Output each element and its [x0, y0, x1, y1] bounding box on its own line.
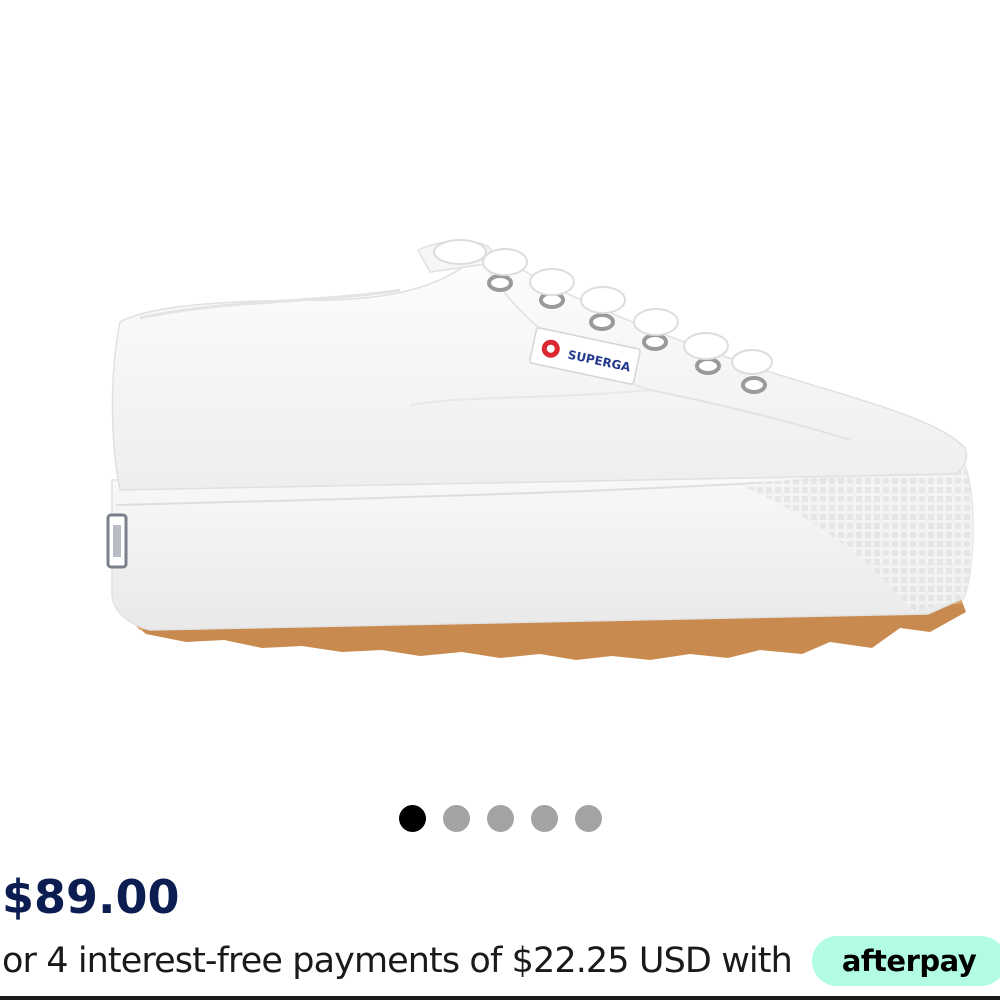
- installments-text: or 4 interest-free payments of $22.25 US…: [2, 941, 793, 981]
- sneaker-image-icon: SUPERGA: [106, 239, 974, 660]
- product-image[interactable]: SUPERGA: [0, 0, 1000, 790]
- carousel-dot-2[interactable]: [442, 804, 470, 832]
- bottom-divider: [0, 996, 1000, 1000]
- installments-row: or 4 interest-free payments of $22.25 US…: [2, 936, 1000, 986]
- carousel-dot-4[interactable]: [530, 804, 558, 832]
- carousel-dot-3[interactable]: [486, 804, 514, 832]
- afterpay-badge[interactable]: afterpay: [811, 936, 1000, 986]
- product-price: $89.00: [2, 870, 180, 924]
- carousel-dot-1[interactable]: [398, 804, 426, 832]
- afterpay-logo-text: afterpay: [841, 944, 977, 978]
- product-page: SUPERGA $89.00 or 4 interest-free paymen…: [0, 0, 1000, 1000]
- image-carousel-dots: [0, 804, 1000, 832]
- carousel-dot-5[interactable]: [574, 804, 602, 832]
